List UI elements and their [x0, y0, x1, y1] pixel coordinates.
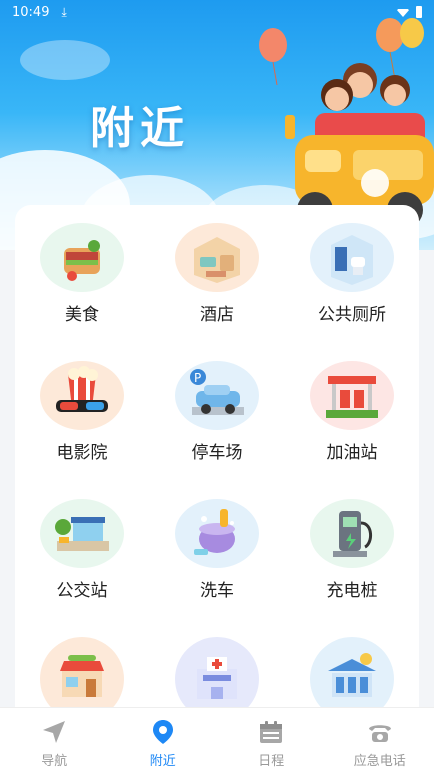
category-label: 公共厕所	[318, 305, 386, 325]
tab-label: 导航	[41, 754, 68, 769]
wifi-icon	[396, 9, 410, 17]
navigation-icon	[43, 721, 66, 743]
category-item[interactable]: 充电桩	[285, 481, 419, 601]
cinema-icon	[40, 361, 124, 430]
gas-station-icon	[310, 361, 394, 430]
toilet-icon	[310, 223, 394, 292]
category-item[interactable]: 美食	[15, 205, 149, 325]
category-label: 电影院	[56, 443, 108, 463]
page-title: 附近	[90, 103, 190, 154]
calendar-icon	[260, 721, 283, 743]
tab-label: 日程	[258, 754, 285, 769]
category-item[interactable]: 酒店	[150, 205, 284, 325]
category-card: 美食 酒店 公共厕所电影院 P 停车场 加油站公交站 洗车 充电桩	[15, 205, 419, 725]
category-item[interactable]: P 停车场	[150, 343, 284, 463]
category-label: 加油站	[326, 443, 378, 463]
category-label: 洗车	[200, 581, 234, 601]
food-icon	[40, 223, 124, 292]
download-icon: ⤓	[61, 4, 67, 19]
category-item[interactable]: 电影院	[15, 343, 149, 463]
car-wash-icon	[175, 499, 259, 568]
tab-navigation[interactable]: 导航	[0, 708, 109, 773]
category-item[interactable]: 公共厕所	[285, 205, 419, 325]
charging-station-icon	[310, 499, 394, 568]
category-label: 美食	[65, 305, 99, 325]
category-label: 公交站	[56, 581, 108, 601]
svg-text:P: P	[194, 371, 201, 385]
category-label: 停车场	[191, 443, 243, 463]
status-bar: 10:49 ⤓	[0, 0, 434, 24]
bottom-tab-bar: 导航 附近 日程 应急电话	[0, 707, 434, 773]
category-label: 充电桩	[326, 581, 378, 601]
tab-schedule[interactable]: 日程	[217, 708, 326, 773]
tab-label: 应急电话	[353, 754, 406, 769]
tab-nearby[interactable]: 附近	[109, 708, 218, 773]
location-pin-icon	[152, 720, 173, 744]
battery-icon	[416, 6, 422, 18]
category-item[interactable]: 加油站	[285, 343, 419, 463]
bus-stop-icon	[40, 499, 124, 568]
category-label: 酒店	[200, 305, 234, 325]
hotel-icon	[175, 223, 259, 292]
parking-icon: P	[175, 361, 259, 430]
category-item[interactable]: 公交站	[15, 481, 149, 601]
phone-icon	[368, 725, 391, 742]
category-item[interactable]: 洗车	[150, 481, 284, 601]
tab-label: 附近	[149, 754, 176, 769]
status-time: 10:49	[12, 4, 50, 20]
tab-emergency-phone[interactable]: 应急电话	[326, 708, 434, 773]
